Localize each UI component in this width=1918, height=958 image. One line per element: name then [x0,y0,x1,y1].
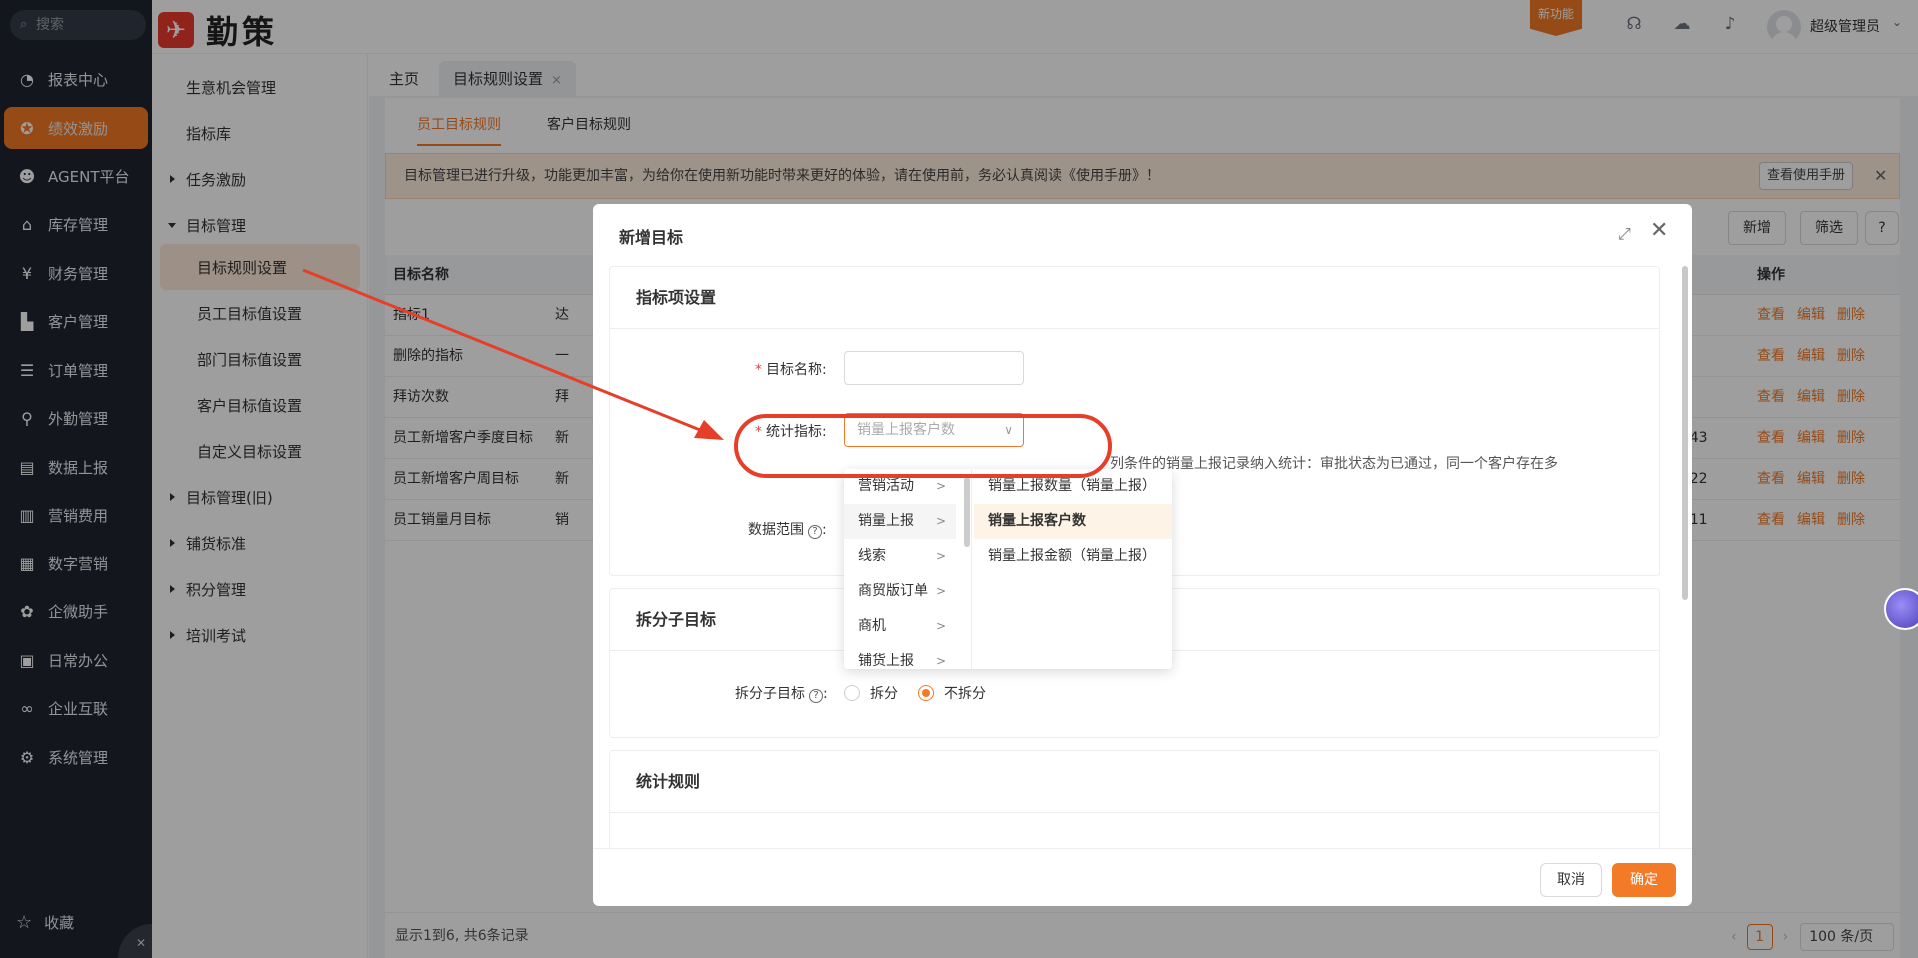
option-label: 商机 [858,618,886,634]
stat-hint-text: 列条件的销量上报记录纳入统计：审批状态为已通过，同一个客户存在多 [1110,456,1558,472]
split-yes-radio[interactable]: 拆分 [844,683,898,703]
chevron-right-icon: > [935,654,946,668]
cancel-button[interactable]: 取消 [1540,863,1602,897]
confirm-button[interactable]: 确定 [1612,863,1676,897]
cascader-level1: 营销活动 > 销量上报 > 线索 > 商贸版订单 > 商机 > 铺货上报 > [844,469,972,669]
section-title: 指标项设置 [610,267,1659,329]
cascader-scrollbar[interactable] [964,477,970,547]
fullscreen-icon[interactable]: ⤢ [1618,224,1631,244]
section-title: 统计规则 [610,751,1659,813]
data-range-label: 数据范围?: [748,522,827,539]
close-icon[interactable]: ✕ [1650,218,1668,243]
cascader-leaf-option[interactable]: 销量上报金额（销量上报） [974,539,1172,574]
required-mark: * [755,362,762,378]
split-no-radio[interactable]: 不拆分 [918,683,986,703]
option-label: 铺货上报 [858,653,914,669]
cascader-option[interactable]: 线索 > [844,539,956,574]
cascader-option[interactable]: 铺货上报 > [844,644,956,669]
radio-circle [918,685,934,701]
cascader-level2: 销量上报数量（销量上报） 销量上报客户数 销量上报金额（销量上报） [974,469,1172,669]
radio-label: 拆分 [870,686,898,702]
assistant-bot-icon[interactable] [1884,588,1918,630]
split-label: 拆分子目标?: [735,686,828,703]
cascader-option-selected[interactable]: 销量上报 > [844,504,956,539]
rules-section: 统计规则 [609,750,1660,848]
radio-label: 不拆分 [944,686,986,702]
label-text: 目标名称: [766,362,827,378]
cascader-option[interactable]: 商贸版订单 > [844,574,956,609]
label-text: 数据范围 [748,522,804,538]
option-label: 线索 [858,548,886,564]
label-text: 拆分子目标 [735,686,805,702]
chevron-right-icon: > [935,584,946,598]
chevron-right-icon: > [935,619,946,633]
question-icon[interactable]: ? [809,689,823,703]
radio-circle [844,685,860,701]
modal-title: 新增目标 [619,228,684,247]
stat-indicator-cascader: 营销活动 > 销量上报 > 线索 > 商贸版订单 > 商机 > 铺货上报 > 销量上报数量（… [844,469,1172,669]
option-label: 销量上报 [858,513,914,529]
question-icon[interactable]: ? [808,525,822,539]
modal-scrollbar[interactable] [1682,266,1688,848]
modal-footer: 取消 确定 [593,848,1692,906]
chevron-right-icon: > [935,514,946,528]
option-label: 商贸版订单 [858,583,928,599]
cascader-option[interactable]: 商机 > [844,609,956,644]
chevron-right-icon: > [935,549,946,563]
target-name-input[interactable] [844,351,1024,385]
target-name-label: * 目标名称: [755,359,827,379]
cascader-leaf-option-selected[interactable]: 销量上报客户数 [974,504,1172,539]
highlight-ellipse [734,414,1112,478]
option-label: 营销活动 [858,478,914,494]
